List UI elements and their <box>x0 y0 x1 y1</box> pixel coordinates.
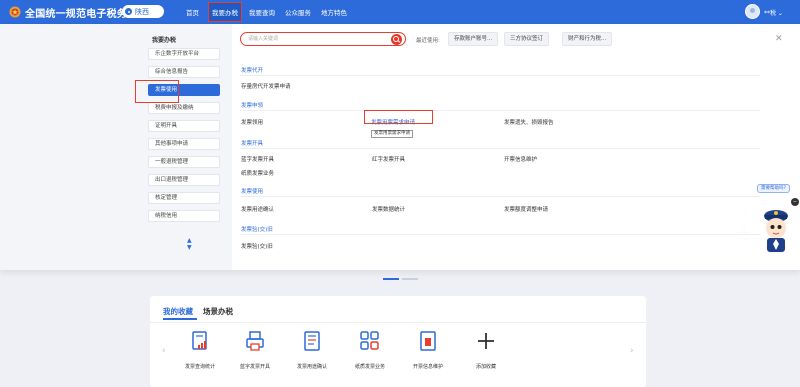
divider <box>240 234 760 235</box>
nav-local-features[interactable]: 地方特色 <box>321 0 347 24</box>
divider <box>150 322 646 323</box>
svg-text:动: 动 <box>744 235 756 249</box>
tab-my-favorites[interactable]: 我的收藏 <box>163 306 193 317</box>
mega-menu-panel: 我要办税 乐企数字开放平台 综合信息报告 发票使用 税费申报及缴纳 证明开具 其… <box>0 24 800 270</box>
sidebar-item-assessment[interactable]: 核定管理 <box>148 192 220 204</box>
favorite-item[interactable]: 蓝字发票开具 <box>225 330 285 370</box>
svg-text:互: 互 <box>738 220 750 234</box>
service-link[interactable]: 发票额度调整申请 <box>504 205 548 213</box>
site-title: 全国统一规范电子税务局 <box>25 9 138 20</box>
assistant-mascot-icon[interactable]: 纳 征 互 动 <box>736 198 792 254</box>
nav-home[interactable]: 首页 <box>186 0 199 24</box>
carousel-indicator-active[interactable] <box>383 278 399 280</box>
grid-apps-icon <box>360 331 379 350</box>
recent-label: 最近使用: <box>416 38 440 44</box>
recent-chip[interactable]: 三方协议签订 <box>504 32 550 46</box>
divider <box>240 196 760 197</box>
service-link[interactable]: 开票信息维护 <box>504 155 537 163</box>
sidebar-item-other-applications[interactable]: 其他事项申请 <box>148 138 220 150</box>
service-link[interactable]: 蓝字发票开具 <box>241 155 274 163</box>
plus-icon <box>478 333 494 349</box>
divider <box>240 110 760 111</box>
chevron-left-icon[interactable]: ‹ <box>162 346 166 356</box>
document-confirm-icon <box>304 331 320 351</box>
sidebar-item-export-refund[interactable]: 出口退税管理 <box>148 174 220 186</box>
sidebar-item-open-platform[interactable]: 乐企数字开放平台 <box>148 48 220 60</box>
tab-scenario-tax[interactable]: 场景办税 <box>203 306 233 317</box>
favorite-label: 发票用途确认 <box>296 364 327 370</box>
sidebar-item-certificates[interactable]: 证明开具 <box>148 120 220 132</box>
divider <box>240 75 760 76</box>
invoice-info-icon <box>420 331 436 351</box>
service-link[interactable]: 纸质发票业务 <box>241 169 274 177</box>
sidebar-item-info-report[interactable]: 综合信息报告 <box>148 66 220 78</box>
section-title: 发票申领 <box>241 103 264 109</box>
help-bubble[interactable]: 需要帮助吗? <box>757 184 790 193</box>
province-label: 陕西 <box>135 7 149 16</box>
scroll-down-icon[interactable]: ▲ ▼ <box>187 237 192 251</box>
sidebar-item-credit[interactable]: 纳税信用 <box>148 210 220 222</box>
service-link[interactable]: 发票验(交)旧 <box>241 242 273 250</box>
close-mascot-icon[interactable]: − <box>791 198 799 206</box>
printer-icon <box>246 331 264 351</box>
favorite-label: 蓝字发票开具 <box>239 364 270 370</box>
favorite-label: 开票信息维护 <box>412 364 443 370</box>
nav-query[interactable]: 我要查询 <box>249 0 275 24</box>
favorite-item[interactable]: 发票查询统计 <box>170 330 230 370</box>
sidebar-item-tax-filing[interactable]: 税费申报及缴纳 <box>148 102 220 114</box>
active-tab-underline <box>163 318 197 320</box>
section-title: 发票使用 <box>241 189 264 195</box>
favorite-label: 纸质发票业务 <box>354 364 385 370</box>
svg-text:征: 征 <box>758 198 770 213</box>
close-icon[interactable]: ✕ <box>775 34 783 44</box>
highlight-box-link <box>364 110 433 124</box>
favorites-card: 我的收藏 场景办税 ‹ › 发票查询统计 蓝字发票开具 发票用途确认 纸质发票业… <box>150 296 646 387</box>
top-bar: 全国统一规范电子税务局 陕西 首页 我要办税 我要查询 公众服务 地方特色 **… <box>0 0 800 24</box>
chevron-right-icon[interactable]: › <box>630 346 634 356</box>
sidebar-title: 我要办税 <box>152 37 177 44</box>
search-icon[interactable] <box>391 34 402 45</box>
category-sidebar: 我要办税 乐企数字开放平台 综合信息报告 发票使用 税费申报及缴纳 证明开具 其… <box>0 24 232 270</box>
section-title: 发票验(交)旧 <box>241 227 273 233</box>
recent-chip[interactable]: 财产和行为税... <box>562 32 613 46</box>
favorite-label: 添加收藏 <box>475 364 496 370</box>
recent-chip[interactable]: 存款账户账号... <box>448 32 499 46</box>
favorite-item[interactable]: 发票用途确认 <box>282 330 342 370</box>
service-link[interactable]: 发票遗失、损毁报告 <box>504 118 554 126</box>
search-input[interactable]: 请输入关键词 <box>240 32 406 46</box>
highlight-box-sidebar <box>135 80 179 103</box>
favorite-item[interactable]: 纸质发票业务 <box>340 330 400 370</box>
service-link[interactable]: 发票数据统计 <box>372 205 405 213</box>
service-link[interactable]: 发票领用 <box>241 118 263 126</box>
tooltip: 发票用票需求申请 <box>371 130 413 138</box>
province-selector[interactable]: 陕西 <box>122 5 164 18</box>
location-icon <box>125 8 132 15</box>
section-title: 发票代开 <box>241 68 264 74</box>
nav-public-service[interactable]: 公众服务 <box>285 0 311 24</box>
service-link[interactable]: 存量房代开发票申请 <box>241 82 291 90</box>
carousel-indicator[interactable] <box>402 278 418 280</box>
divider <box>240 148 760 149</box>
tax-emblem-icon <box>9 6 21 18</box>
user-avatar[interactable] <box>745 4 760 19</box>
service-link[interactable]: 红字发票开具 <box>372 155 405 163</box>
favorite-item[interactable]: 开票信息维护 <box>398 330 458 370</box>
nav-tax-handling[interactable]: 我要办税 <box>208 2 242 22</box>
favorite-item[interactable]: 添加收藏 <box>456 330 516 370</box>
svg-text:纳: 纳 <box>738 204 750 219</box>
service-link[interactable]: 发票用途确认 <box>241 205 274 213</box>
section-title: 发票开具 <box>241 141 264 147</box>
user-name[interactable]: **税 ⌄ <box>764 8 783 17</box>
invoice-stats-icon <box>192 331 207 350</box>
sidebar-item-tax-refund[interactable]: 一般退税管理 <box>148 156 220 168</box>
favorite-label: 发票查询统计 <box>184 364 215 370</box>
